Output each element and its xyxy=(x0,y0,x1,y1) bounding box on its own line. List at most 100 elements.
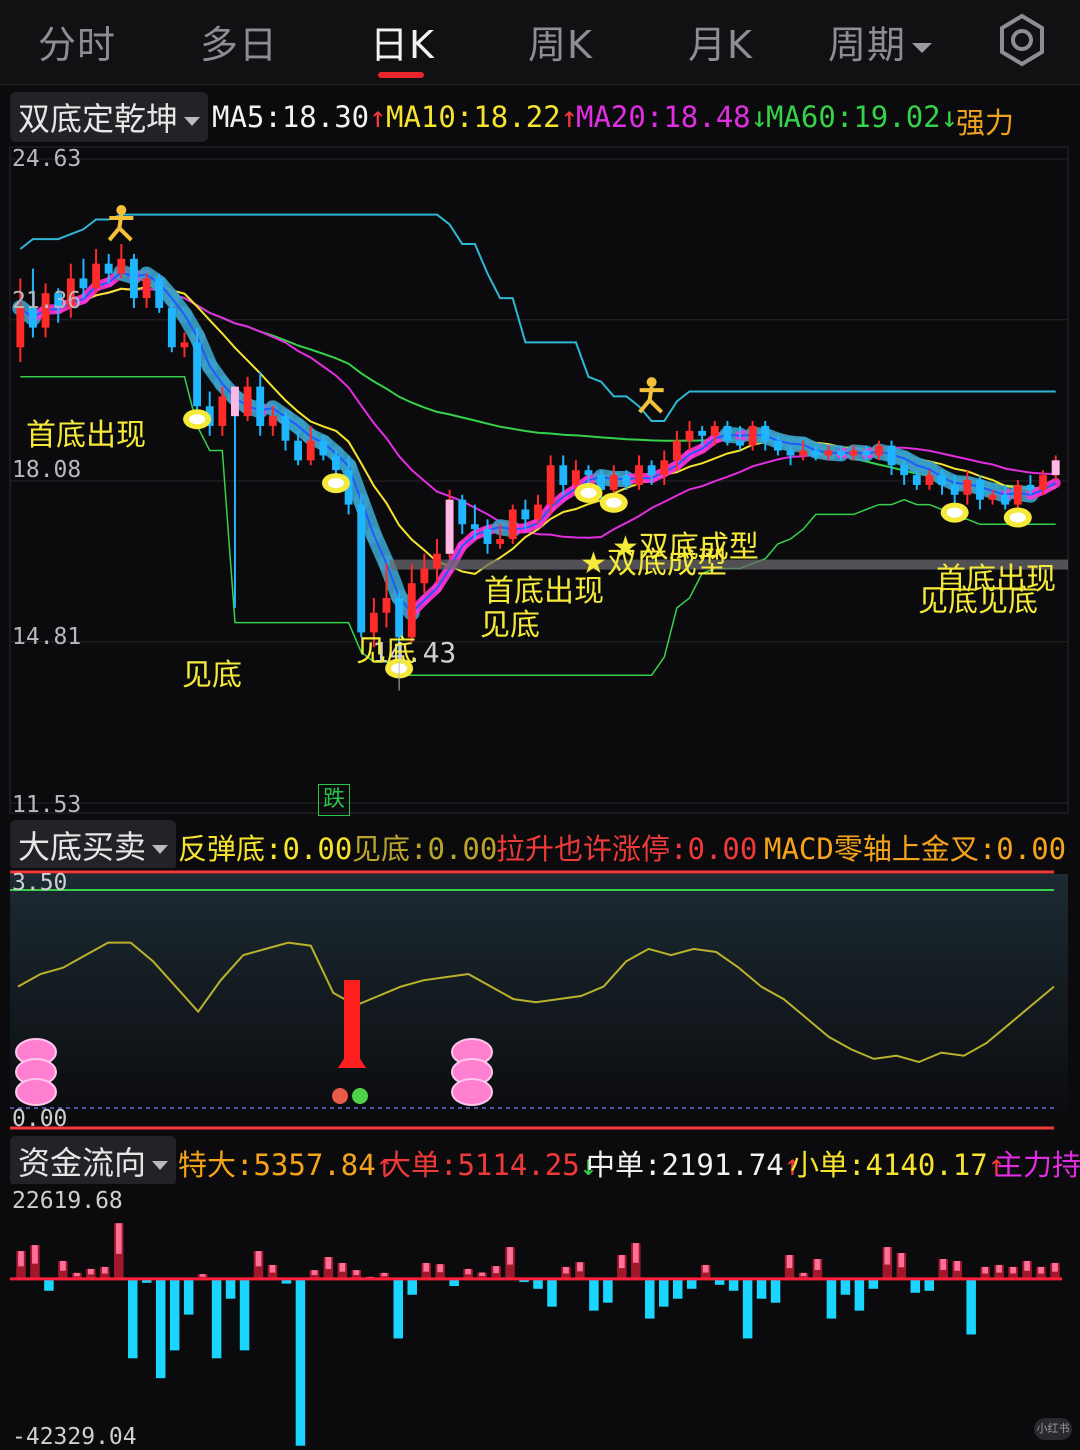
mid-y-axis-top: 3.50 xyxy=(12,870,67,896)
outflow-bar[interactable] xyxy=(729,1279,739,1291)
main-indicator-selector[interactable]: 双底定乾坤 xyxy=(10,92,208,142)
inflow-bar[interactable] xyxy=(994,1265,1004,1279)
tab-weekly-k[interactable]: 周K xyxy=(528,14,593,69)
mid-indicator-selector[interactable]: 大底买卖 xyxy=(10,820,176,868)
fund-flow-selector[interactable]: 资金流向 xyxy=(10,1136,176,1184)
inflow-bar[interactable] xyxy=(491,1266,501,1279)
outflow-bar[interactable] xyxy=(603,1279,613,1303)
candlestick-chart[interactable] xyxy=(0,145,1080,815)
inflow-bar-highlight xyxy=(74,1273,80,1276)
inflow-bar[interactable] xyxy=(617,1255,627,1279)
candle[interactable] xyxy=(357,495,365,638)
inflow-bar[interactable] xyxy=(952,1261,962,1279)
outflow-bar[interactable] xyxy=(589,1279,599,1311)
candle[interactable] xyxy=(92,249,100,293)
inflow-bar[interactable] xyxy=(1008,1267,1018,1279)
inflow-bar[interactable] xyxy=(16,1251,26,1279)
outflow-bar[interactable] xyxy=(156,1279,166,1378)
outflow-bar[interactable] xyxy=(771,1279,781,1303)
outflow-bar[interactable] xyxy=(673,1279,683,1299)
candle[interactable] xyxy=(559,455,567,494)
inflow-bar[interactable] xyxy=(100,1267,110,1279)
inflow-bar[interactable] xyxy=(1036,1267,1046,1279)
outflow-bar[interactable] xyxy=(659,1279,669,1307)
candle[interactable] xyxy=(168,303,176,352)
candle[interactable] xyxy=(686,421,694,450)
candle[interactable] xyxy=(130,254,138,308)
candle[interactable] xyxy=(143,274,151,308)
inflow-bar[interactable] xyxy=(813,1259,823,1279)
inflow-bar[interactable] xyxy=(701,1265,711,1279)
outflow-bar[interactable] xyxy=(394,1279,404,1339)
candle[interactable] xyxy=(976,475,984,509)
inflow-bar[interactable] xyxy=(785,1255,795,1279)
inflow-bar[interactable] xyxy=(938,1259,948,1279)
candle[interactable] xyxy=(155,274,163,313)
outflow-bar[interactable] xyxy=(296,1279,306,1446)
inflow-bar[interactable] xyxy=(1050,1263,1060,1279)
tab-multiday[interactable]: 多日 xyxy=(200,14,278,69)
candle[interactable] xyxy=(635,455,643,489)
outflow-bar[interactable] xyxy=(128,1279,138,1358)
outflow-bar[interactable] xyxy=(855,1279,865,1311)
candle[interactable] xyxy=(256,372,264,436)
inflow-bar[interactable] xyxy=(505,1247,515,1279)
tab-daily-k[interactable]: 日K xyxy=(370,14,435,69)
fund-flow-bar-chart[interactable] xyxy=(0,1185,1080,1447)
tab-intraday[interactable]: 分时 xyxy=(38,14,116,69)
inflow-bar[interactable] xyxy=(58,1261,68,1279)
candle[interactable] xyxy=(244,377,252,421)
settings-gear-icon[interactable] xyxy=(994,12,1050,68)
candle[interactable] xyxy=(509,505,517,544)
outflow-bar[interactable] xyxy=(226,1279,236,1299)
candle[interactable] xyxy=(610,465,618,494)
candle[interactable] xyxy=(282,411,290,450)
outflow-bar[interactable] xyxy=(44,1279,54,1291)
inflow-bar[interactable] xyxy=(897,1253,907,1279)
candle[interactable] xyxy=(1014,480,1022,509)
tab-monthly-k[interactable]: 月K xyxy=(688,14,753,69)
inflow-bar[interactable] xyxy=(435,1264,445,1279)
outflow-bar[interactable] xyxy=(407,1279,417,1295)
inflow-bar[interactable] xyxy=(114,1223,124,1279)
chevron-down-icon xyxy=(912,43,932,53)
outflow-bar[interactable] xyxy=(547,1279,557,1307)
inflow-bar[interactable] xyxy=(980,1267,990,1279)
candle[interactable] xyxy=(117,244,125,278)
outflow-bar[interactable] xyxy=(743,1279,753,1339)
candle-body xyxy=(282,416,290,441)
inflow-bar[interactable] xyxy=(324,1257,334,1279)
inflow-bar[interactable] xyxy=(254,1251,264,1279)
candle[interactable] xyxy=(458,495,466,534)
inflow-bar[interactable] xyxy=(561,1267,571,1279)
outflow-bar[interactable] xyxy=(757,1279,767,1299)
inflow-bar[interactable] xyxy=(883,1247,893,1279)
inflow-bar[interactable] xyxy=(338,1263,348,1279)
inflow-bar[interactable] xyxy=(268,1265,278,1279)
outflow-bar[interactable] xyxy=(212,1279,222,1358)
tab-period-dropdown[interactable]: 周期 xyxy=(828,14,932,69)
candle[interactable] xyxy=(888,441,896,475)
outflow-bar[interactable] xyxy=(645,1279,655,1319)
outflow-bar[interactable] xyxy=(184,1279,194,1315)
outflow-bar[interactable] xyxy=(170,1279,180,1351)
outflow-bar[interactable] xyxy=(827,1279,837,1319)
outflow-bar[interactable] xyxy=(925,1279,935,1291)
outflow-bar[interactable] xyxy=(240,1279,250,1351)
candle[interactable] xyxy=(963,470,971,504)
inflow-bar[interactable] xyxy=(30,1245,40,1279)
outflow-bar[interactable] xyxy=(911,1279,921,1293)
candle[interactable] xyxy=(761,421,769,450)
bottom-signal-chart[interactable] xyxy=(0,868,1080,1130)
inflow-bar[interactable] xyxy=(575,1262,585,1279)
inflow-bar[interactable] xyxy=(421,1263,431,1279)
candle[interactable] xyxy=(660,451,668,485)
candle-body xyxy=(509,510,517,539)
candle[interactable] xyxy=(181,333,189,358)
signal-core xyxy=(581,488,597,498)
inflow-bar[interactable] xyxy=(631,1243,641,1279)
candle-body xyxy=(130,259,138,298)
inflow-bar[interactable] xyxy=(1022,1261,1032,1279)
outflow-bar[interactable] xyxy=(966,1279,976,1335)
outflow-bar[interactable] xyxy=(841,1279,851,1295)
